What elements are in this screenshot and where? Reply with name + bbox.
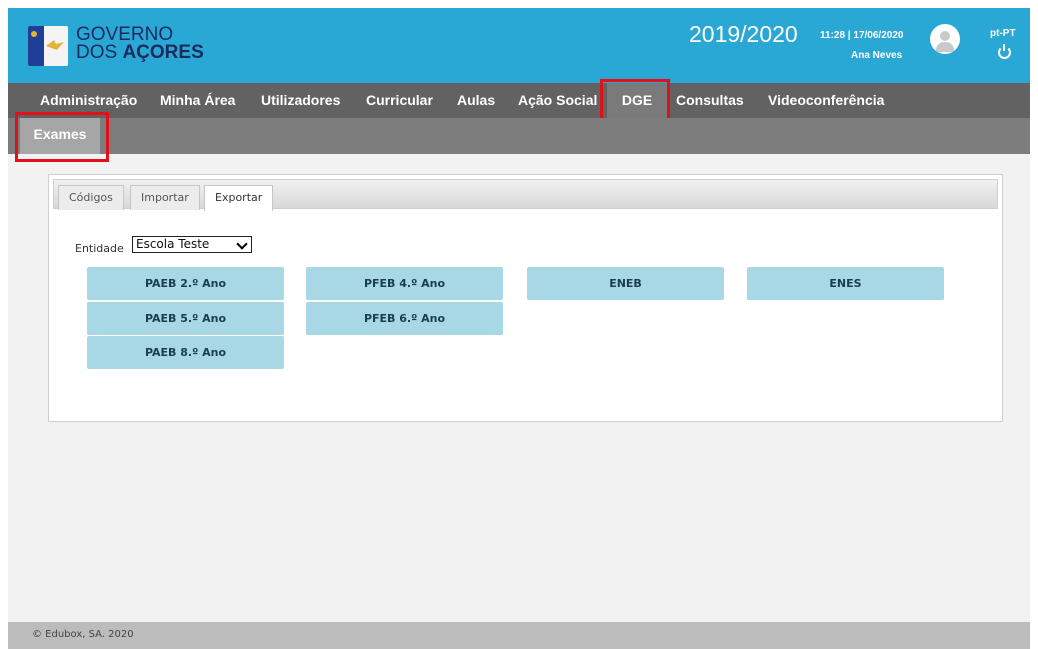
footer: © Edubox, SA. 2020 bbox=[8, 622, 1030, 649]
school-year: 2019/2020 bbox=[689, 21, 798, 47]
nav-item-consultas[interactable]: Consultas bbox=[676, 92, 744, 108]
tab-codigos[interactable]: Códigos bbox=[58, 185, 124, 210]
footer-copyright: © Edubox, SA. 2020 bbox=[32, 629, 134, 640]
tab-bar: Códigos Importar Exportar bbox=[53, 179, 998, 211]
power-icon[interactable] bbox=[998, 44, 1011, 59]
entity-select[interactable]: Escola Teste bbox=[132, 236, 252, 253]
nav-item-utilizadores[interactable]: Utilizadores bbox=[261, 92, 340, 108]
highlight-box-exames bbox=[15, 112, 109, 162]
nav-item-curricular[interactable]: Curricular bbox=[366, 92, 433, 108]
nav-item-aulas[interactable]: Aulas bbox=[457, 92, 495, 108]
nav-item-videoconferencia[interactable]: Videoconferência bbox=[768, 92, 884, 108]
main-nav: Administração Minha Área Utilizadores Cu… bbox=[8, 83, 1030, 118]
export-button-paeb-8[interactable]: PAEB 8.º Ano bbox=[87, 336, 284, 369]
export-button-pfeb-6[interactable]: PFEB 6.º Ano bbox=[306, 302, 503, 335]
logo-flag-icon[interactable] bbox=[28, 26, 68, 66]
app-frame: GOVERNO DOS AÇORES 2019/2020 11:28 | 17/… bbox=[8, 8, 1030, 649]
export-button-paeb-2[interactable]: PAEB 2.º Ano bbox=[87, 267, 284, 300]
entity-selected-value: Escola Teste bbox=[136, 237, 210, 251]
nav-item-minha-area[interactable]: Minha Área bbox=[160, 92, 235, 108]
export-button-pfeb-4[interactable]: PFEB 4.º Ano bbox=[306, 267, 503, 300]
chevron-down-icon bbox=[236, 238, 248, 250]
entity-label: Entidade bbox=[75, 242, 124, 255]
language-selector[interactable]: pt-PT bbox=[990, 28, 1016, 39]
clock-datetime: 11:28 | 17/06/2020 bbox=[820, 30, 904, 41]
tab-exportar[interactable]: Exportar bbox=[204, 185, 274, 211]
export-button-enes[interactable]: ENES bbox=[747, 267, 944, 300]
clock-time: 11:28 bbox=[820, 30, 846, 41]
brand-logo-text[interactable]: GOVERNO DOS AÇORES bbox=[76, 25, 204, 63]
nav-item-acao-social[interactable]: Ação Social bbox=[518, 92, 597, 108]
export-button-paeb-5[interactable]: PAEB 5.º Ano bbox=[87, 302, 284, 335]
user-name: Ana Neves bbox=[851, 50, 903, 61]
tab-importar[interactable]: Importar bbox=[130, 185, 200, 210]
user-avatar-icon[interactable] bbox=[930, 24, 960, 54]
export-button-eneb[interactable]: ENEB bbox=[527, 267, 724, 300]
nav-item-administracao[interactable]: Administração bbox=[40, 92, 137, 108]
brand-line2: DOS AÇORES bbox=[76, 42, 204, 63]
highlight-box-dge bbox=[600, 79, 670, 122]
clock-date: 17/06/2020 bbox=[853, 30, 904, 41]
header: GOVERNO DOS AÇORES 2019/2020 11:28 | 17/… bbox=[8, 8, 1030, 83]
sub-nav: Exames bbox=[8, 118, 1030, 154]
export-panel: Códigos Importar Exportar Entidade Escol… bbox=[48, 174, 1003, 422]
